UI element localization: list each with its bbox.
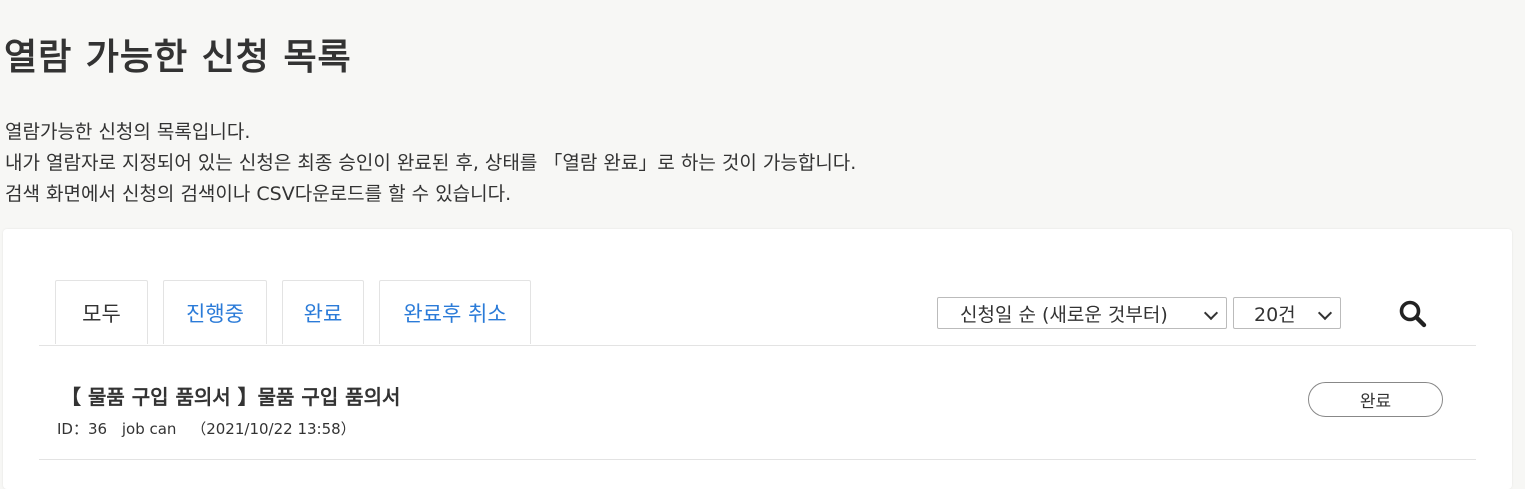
status-badge: 완료 xyxy=(1308,382,1443,417)
page-size-select[interactable]: 20건 xyxy=(1233,297,1341,329)
sort-select[interactable]: 신청일 순 (새로운 것부터) xyxy=(937,297,1227,329)
list-card: 모두 진행중 완료 완료후 취소 신청일 순 (새로운 것부터) 20건 【 물… xyxy=(3,229,1512,489)
tab-all[interactable]: 모두 xyxy=(55,280,148,344)
chevron-down-icon xyxy=(1317,305,1333,321)
chevron-down-icon xyxy=(1203,305,1219,321)
tab-in-progress[interactable]: 진행중 xyxy=(163,280,267,344)
page-description: 열람가능한 신청의 목록입니다. 내가 열람자로 지정되어 있는 신청은 최종 … xyxy=(5,117,856,210)
search-button[interactable] xyxy=(1397,298,1429,330)
list-item[interactable]: 【 물품 구입 품의서 】물품 구입 품의서 ID：36 job can （20… xyxy=(39,346,1476,460)
page-title: 열람 가능한 신청 목록 xyxy=(4,37,352,78)
description-line-1: 열람가능한 신청의 목록입니다. xyxy=(5,121,251,143)
item-date: （2021/10/22 13:58） xyxy=(191,420,356,438)
description-line-3: 검색 화면에서 신청의 검색이나 CSV다운로드를 할 수 있습니다. xyxy=(5,183,512,205)
item-applicant: job can xyxy=(121,420,177,438)
description-line-2: 내가 열람자로 지정되어 있는 신청은 최종 승인이 완료된 후, 상태를 「열… xyxy=(5,152,857,174)
status-tabs: 모두 진행중 완료 완료후 취소 xyxy=(55,280,531,344)
item-id: ID：36 xyxy=(57,420,108,438)
item-meta: ID：36 job can （2021/10/22 13:58） xyxy=(57,418,366,439)
tab-cancelled-after-completion[interactable]: 완료후 취소 xyxy=(379,280,531,344)
page-size-select-value: 20건 xyxy=(1254,303,1296,326)
tab-completed[interactable]: 완료 xyxy=(282,280,364,344)
item-title[interactable]: 【 물품 구입 품의서 】물품 구입 품의서 xyxy=(61,381,400,410)
sort-select-value: 신청일 순 (새로운 것부터) xyxy=(960,303,1168,326)
search-icon xyxy=(1399,300,1427,328)
